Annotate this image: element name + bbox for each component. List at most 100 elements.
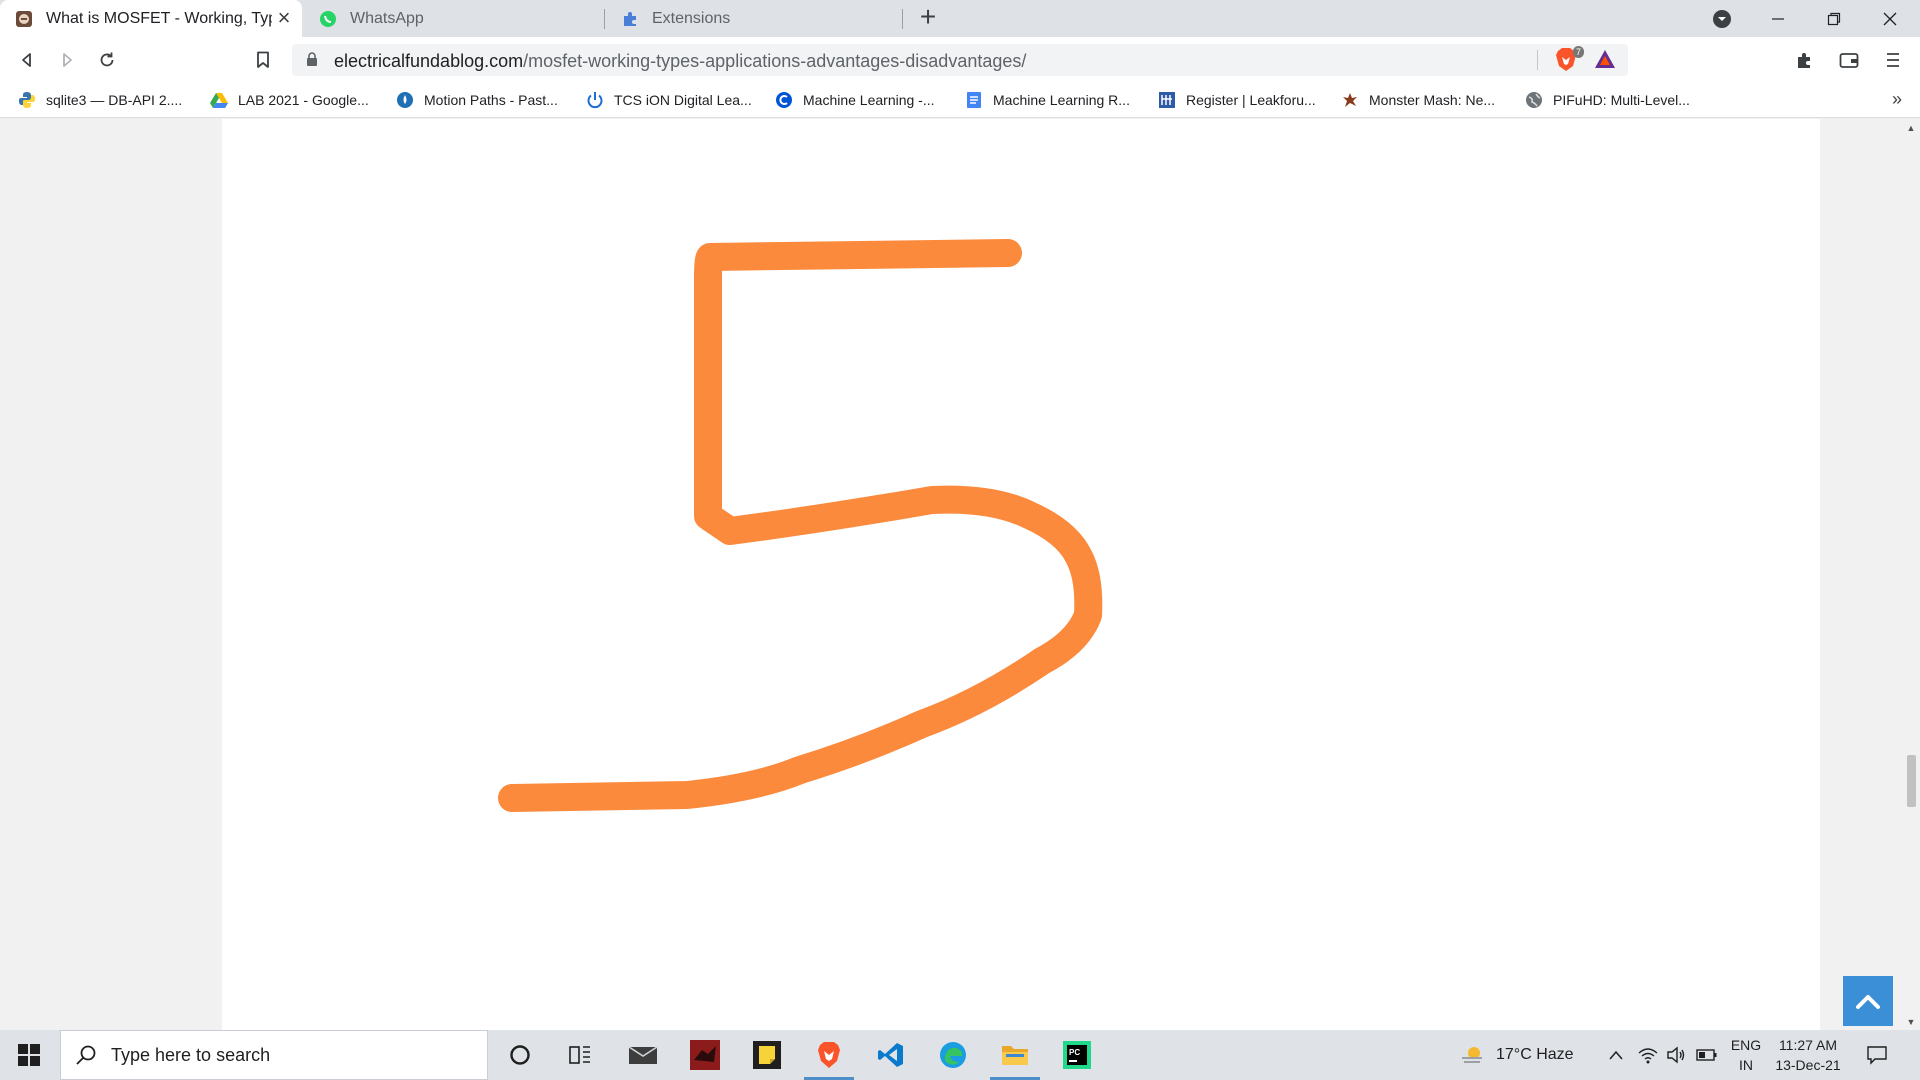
cortana-circle-icon bbox=[510, 1045, 530, 1065]
scroll-up-arrow-icon[interactable]: ▲ bbox=[1906, 123, 1916, 133]
tab-search-button[interactable] bbox=[1694, 0, 1750, 37]
game-app[interactable] bbox=[676, 1030, 734, 1080]
pycharm-icon: PC bbox=[1063, 1041, 1091, 1069]
show-hidden-icons-button[interactable] bbox=[1608, 1030, 1624, 1080]
forward-button[interactable] bbox=[54, 47, 80, 73]
google-drive-icon bbox=[210, 91, 228, 109]
bookmark-item[interactable]: Machine Learning R... bbox=[965, 89, 1130, 111]
weather-widget[interactable]: 17°C Haze bbox=[1460, 1030, 1574, 1080]
scroll-down-arrow-icon[interactable]: ▼ bbox=[1906, 1017, 1916, 1027]
taskbar-search-box[interactable]: Type here to search bbox=[60, 1030, 488, 1080]
tab-title: Extensions bbox=[652, 9, 731, 27]
speaker-icon bbox=[1667, 1046, 1685, 1064]
restore-button[interactable] bbox=[1806, 0, 1862, 37]
tab-extensions[interactable]: Extensions bbox=[606, 0, 902, 37]
close-window-button[interactable] bbox=[1862, 0, 1918, 37]
bookmark-item[interactable]: Motion Paths - Past... bbox=[396, 89, 558, 111]
url-path: /mosfet-working-types-applications-advan… bbox=[523, 51, 1027, 71]
task-view-button[interactable] bbox=[551, 1030, 609, 1080]
tab-whatsapp[interactable]: WhatsApp bbox=[304, 0, 600, 37]
more-bookmarks-chevron-icon[interactable]: » bbox=[1892, 89, 1902, 110]
menu-button[interactable] bbox=[1880, 47, 1906, 73]
action-center-button[interactable] bbox=[1866, 1030, 1888, 1080]
bookmark-item[interactable]: PIFuHD: Multi-Level... bbox=[1525, 89, 1690, 111]
reload-button[interactable] bbox=[94, 47, 120, 73]
python-icon bbox=[18, 91, 36, 109]
bookmark-label: sqlite3 — DB-API 2.... bbox=[46, 92, 183, 108]
sticky-notes-app[interactable] bbox=[738, 1030, 796, 1080]
bookmark-item[interactable]: Machine Learning -... bbox=[775, 89, 935, 111]
back-button[interactable] bbox=[14, 47, 40, 73]
brave-browser-app[interactable] bbox=[800, 1030, 858, 1080]
clock-time: 11:27 AM bbox=[1778, 1037, 1838, 1053]
edge-app[interactable] bbox=[924, 1030, 982, 1080]
input-language-indicator[interactable]: ENG IN bbox=[1728, 1035, 1764, 1075]
assassin-game-icon bbox=[690, 1040, 720, 1070]
scroll-to-top-button[interactable] bbox=[1843, 976, 1893, 1026]
omnibox-divider bbox=[1537, 50, 1538, 70]
leakforum-icon bbox=[1158, 91, 1176, 109]
close-tab-icon[interactable]: × bbox=[274, 7, 294, 29]
bookmark-item[interactable]: LAB 2021 - Google... bbox=[210, 89, 369, 111]
vscode-icon bbox=[878, 1043, 903, 1067]
tab-strip: What is MOSFET - Working, Types × WhatsA… bbox=[0, 0, 1920, 37]
bookmark-icon bbox=[257, 51, 269, 68]
globe-icon bbox=[1525, 91, 1543, 109]
tab-mosfet[interactable]: What is MOSFET - Working, Types × bbox=[0, 0, 302, 37]
battery-icon bbox=[1696, 1049, 1717, 1061]
drop-icon bbox=[396, 91, 414, 109]
bookmark-label: Machine Learning -... bbox=[803, 92, 935, 108]
wallet-button[interactable] bbox=[1836, 47, 1862, 73]
search-placeholder: Type here to search bbox=[111, 1044, 271, 1065]
bookmark-item[interactable]: sqlite3 — DB-API 2.... bbox=[18, 89, 182, 111]
wallet-icon bbox=[1839, 53, 1859, 68]
forward-arrow-icon bbox=[63, 53, 72, 67]
bookmarks-bar: sqlite3 — DB-API 2.... LAB 2021 - Google… bbox=[0, 83, 1920, 118]
site-favicon-icon bbox=[14, 9, 34, 29]
chevron-up-icon bbox=[1609, 1050, 1623, 1060]
monster-icon bbox=[1341, 91, 1359, 109]
hamburger-menu-icon bbox=[1887, 53, 1899, 67]
tab-divider bbox=[902, 9, 903, 29]
svg-text:PC: PC bbox=[1069, 1048, 1080, 1057]
volume-button[interactable] bbox=[1666, 1030, 1686, 1080]
pycharm-app[interactable]: PC bbox=[1048, 1030, 1106, 1080]
shields-count-badge: 7 bbox=[1572, 46, 1584, 58]
brave-lion-icon bbox=[818, 1042, 840, 1068]
file-explorer-app[interactable] bbox=[986, 1030, 1044, 1080]
network-button[interactable] bbox=[1638, 1030, 1658, 1080]
lock-icon bbox=[307, 52, 317, 66]
windows-logo-icon bbox=[18, 1044, 40, 1066]
address-bar[interactable]: electricalfundablog.com/mosfet-working-t… bbox=[292, 44, 1628, 76]
close-icon bbox=[1883, 12, 1897, 25]
brave-shields-button[interactable]: 7 bbox=[1554, 46, 1584, 73]
vscode-app[interactable] bbox=[862, 1030, 920, 1080]
scrollbar-thumb[interactable] bbox=[1907, 755, 1916, 807]
folder-icon bbox=[1002, 1046, 1028, 1065]
bookmark-label: Register | Leakforu... bbox=[1186, 92, 1316, 108]
bookmark-item[interactable]: TCS iON Digital Lea... bbox=[586, 89, 752, 111]
restore-icon bbox=[1827, 12, 1841, 25]
bookmark-item[interactable]: Monster Mash: Ne... bbox=[1341, 89, 1495, 111]
system-clock[interactable]: 11:27 AM 13-Dec-21 bbox=[1770, 1035, 1846, 1075]
bookmark-label: Monster Mash: Ne... bbox=[1369, 92, 1496, 108]
bat-triangle-icon bbox=[1595, 50, 1615, 68]
new-tab-button[interactable]: + bbox=[914, 3, 942, 32]
whatsapp-icon bbox=[318, 9, 338, 29]
minimize-button[interactable] bbox=[1750, 0, 1806, 37]
page-scrollbar[interactable]: ▲ ▼ bbox=[1902, 119, 1920, 1030]
bookmark-item[interactable]: Register | Leakforu... bbox=[1158, 89, 1316, 111]
start-button[interactable] bbox=[0, 1030, 58, 1080]
task-view-icon bbox=[569, 1046, 590, 1064]
extensions-button[interactable] bbox=[1792, 47, 1818, 73]
search-icon bbox=[76, 1045, 96, 1065]
bookmark-button[interactable] bbox=[250, 47, 276, 73]
battery-button[interactable] bbox=[1696, 1030, 1718, 1080]
power-icon bbox=[586, 91, 604, 109]
lang-code: ENG bbox=[1730, 1037, 1762, 1053]
mail-app[interactable] bbox=[614, 1030, 672, 1080]
brave-rewards-button[interactable] bbox=[1594, 48, 1616, 75]
cortana-button[interactable] bbox=[491, 1030, 549, 1080]
browser-toolbar: electricalfundablog.com/mosfet-working-t… bbox=[0, 37, 1920, 83]
bookmark-label: TCS iON Digital Lea... bbox=[614, 92, 752, 108]
